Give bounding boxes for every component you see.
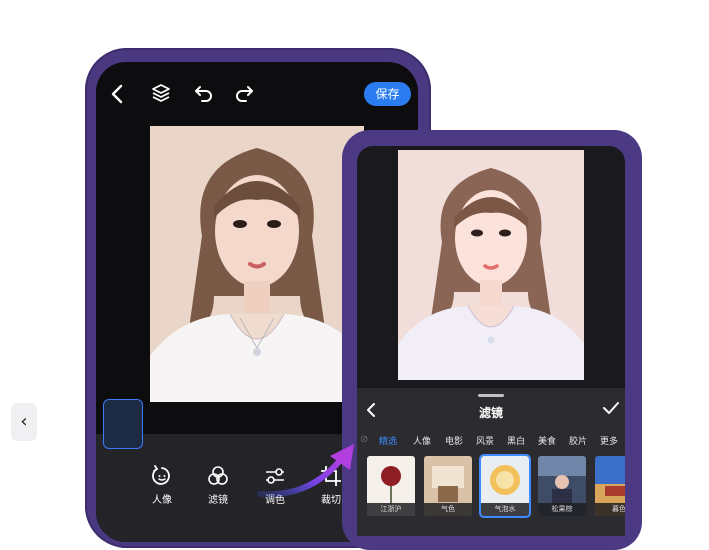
filter-panel: 滤镜 ⊘ 精选 人像 电影 风景 黑白 美食 胶片 更多 江浙沪 气色 气泡水 [357,388,625,536]
tab-featured[interactable]: 精选 [379,434,397,447]
panel-title: 滤镜 [478,406,503,420]
front-phone-screen: 滤镜 ⊘ 精选 人像 电影 风景 黑白 美食 胶片 更多 江浙沪 气色 气泡水 [357,146,625,536]
redo-icon[interactable] [234,84,254,105]
thumb-label: 松果棕 [538,503,586,516]
collapse-tools-button[interactable]: ‹ [11,403,37,441]
filter-thumb[interactable]: 江浙沪 [367,456,415,516]
back-icon[interactable] [110,84,124,107]
tab-more[interactable]: 更多 [600,434,618,447]
transition-arrow-icon [257,444,354,498]
save-button[interactable]: 保存 [364,82,411,106]
chevron-left-icon: ‹ [20,411,28,432]
tool-label: 人像 [152,495,172,506]
portrait-refresh-icon [142,465,182,491]
filtered-portrait-photo [398,150,584,380]
undo-icon[interactable] [194,84,214,105]
filter-thumb[interactable]: 暮色 [595,456,625,516]
tab-landscape[interactable]: 风景 [476,434,494,447]
tab-black-white[interactable]: 黑白 [507,434,525,447]
tab-film[interactable]: 电影 [445,434,463,447]
thumb-label: 气泡水 [481,503,529,516]
category-tabs: ⊘ 精选 人像 电影 风景 黑白 美食 胶片 更多 [357,434,625,452]
tab-food[interactable]: 美食 [538,434,556,447]
thumb-label: 江浙沪 [367,503,415,516]
filter-thumb[interactable]: 松果棕 [538,456,586,516]
layers-icon[interactable] [151,83,171,106]
check-icon[interactable] [603,401,619,419]
tab-film-roll[interactable]: 胶片 [569,434,587,447]
tool-label: 滤镜 [208,495,228,506]
drag-handle[interactable] [478,394,504,397]
tool-portrait[interactable]: 人像 [142,465,182,506]
tab-portrait[interactable]: 人像 [413,434,431,447]
thumb-label: 暮色 [595,503,625,516]
thumb-label: 气色 [424,503,472,516]
filter-thumb[interactable]: 气色 [424,456,472,516]
portrait-photo [150,126,364,402]
selected-tool-highlight [103,399,143,449]
filter-thumb-selected[interactable]: 气泡水 [479,454,531,518]
